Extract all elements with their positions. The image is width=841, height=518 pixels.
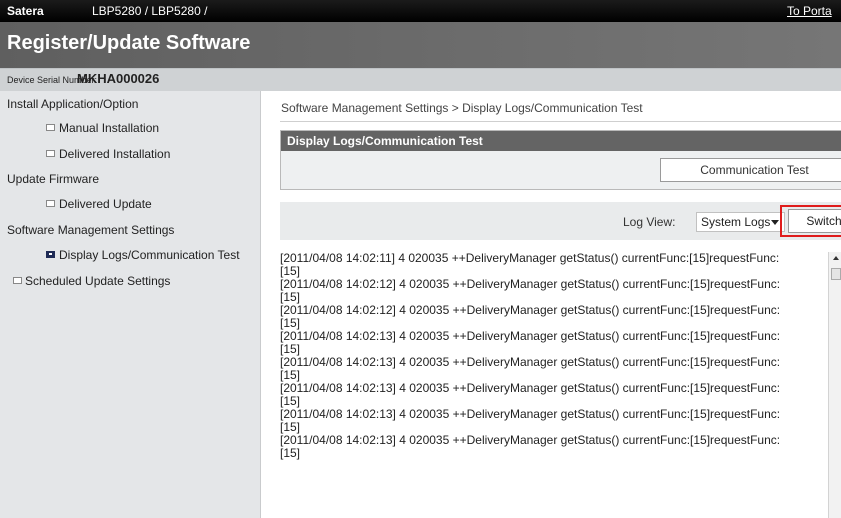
log-view-selected: System Logs bbox=[701, 215, 771, 229]
log-line: [2011/04/08 14:02:12] 4 020035 ++Deliver… bbox=[280, 303, 781, 317]
breadcrumb: Software Management Settings > Display L… bbox=[281, 101, 643, 115]
sidebar-item-label: Update Firmware bbox=[7, 172, 100, 186]
log-line: [2011/04/08 14:02:13] 4 020035 ++Deliver… bbox=[280, 433, 781, 447]
serial-value: MKHA000026 bbox=[77, 71, 160, 86]
bullet-icon bbox=[13, 277, 22, 284]
log-scrollbar[interactable] bbox=[828, 252, 841, 518]
panel-title: Display Logs/Communication Test bbox=[287, 134, 483, 148]
page-title: Register/Update Software bbox=[7, 32, 251, 54]
brand-label: Satera bbox=[7, 4, 44, 18]
log-line: [2011/04/08 14:02:13] 4 020035 ++Deliver… bbox=[280, 381, 781, 395]
sidebar-item-label: Install Application/Option bbox=[7, 97, 139, 111]
log-line: [2011/04/08 14:02:13] 4 020035 ++Deliver… bbox=[280, 407, 781, 421]
switch-button[interactable]: Switch bbox=[788, 209, 841, 233]
chevron-down-icon bbox=[771, 220, 779, 225]
sidebar-item-delivered-update[interactable]: Delivered Update bbox=[0, 192, 260, 216]
sidebar-item-manual-installation[interactable]: Manual Installation bbox=[0, 116, 260, 140]
sidebar-item-label: Delivered Installation bbox=[59, 147, 171, 161]
sidebar-item-label: Manual Installation bbox=[59, 121, 160, 135]
sidebar: Install Application/Option Manual Instal… bbox=[0, 91, 261, 518]
divider bbox=[280, 121, 841, 122]
sidebar-item-scheduled-update[interactable]: Scheduled Update Settings bbox=[0, 269, 260, 293]
sidebar-item-label: Software Management Settings bbox=[7, 223, 175, 237]
log-view-select[interactable]: System Logs bbox=[696, 212, 785, 232]
main-content: Software Management Settings > Display L… bbox=[261, 91, 841, 518]
bullet-icon bbox=[46, 124, 55, 131]
log-line: [2011/04/08 14:02:12] 4 020035 ++Deliver… bbox=[280, 277, 781, 291]
log-view-bar: Log View: System Logs Switch bbox=[280, 202, 841, 240]
serial-bar: Device Serial Number: MKHA000026 bbox=[0, 68, 841, 92]
log-line: [2011/04/08 14:02:13] 4 020035 ++Deliver… bbox=[280, 355, 781, 369]
sidebar-section-update-firmware[interactable]: Update Firmware bbox=[0, 167, 260, 191]
log-view-label: Log View: bbox=[623, 215, 676, 229]
sidebar-item-display-logs[interactable]: Display Logs/Communication Test bbox=[0, 243, 260, 267]
bullet-icon bbox=[46, 150, 55, 157]
log-line: [2011/04/08 14:02:13] 4 020035 ++Deliver… bbox=[280, 329, 781, 343]
log-output: [2011/04/08 14:02:11] 4 020035 ++Deliver… bbox=[280, 252, 841, 518]
scroll-thumb[interactable] bbox=[831, 268, 841, 280]
log-line: [15] bbox=[280, 446, 301, 460]
selected-bullet-icon bbox=[46, 251, 55, 258]
communication-test-button[interactable]: Communication Test bbox=[660, 158, 841, 182]
title-bar: Register/Update Software bbox=[0, 22, 841, 68]
log-line: [2011/04/08 14:02:11] 4 020035 ++Deliver… bbox=[280, 252, 780, 265]
model-label: LBP5280 / LBP5280 / bbox=[92, 4, 208, 18]
top-bar: Satera LBP5280 / LBP5280 / To Porta bbox=[0, 0, 841, 22]
bullet-icon bbox=[46, 200, 55, 207]
display-logs-panel: Display Logs/Communication Test Communic… bbox=[280, 130, 841, 190]
sidebar-item-label: Display Logs/Communication Test bbox=[59, 248, 240, 262]
panel-header: Display Logs/Communication Test bbox=[281, 131, 841, 151]
sidebar-item-label: Delivered Update bbox=[59, 197, 152, 211]
sidebar-item-label: Scheduled Update Settings bbox=[25, 274, 171, 288]
sidebar-section-software-management[interactable]: Software Management Settings bbox=[0, 218, 260, 242]
sidebar-item-delivered-installation[interactable]: Delivered Installation bbox=[0, 142, 260, 166]
scroll-up-icon[interactable] bbox=[833, 256, 839, 260]
sidebar-section-install[interactable]: Install Application/Option bbox=[0, 92, 260, 116]
to-portal-link[interactable]: To Porta bbox=[787, 4, 832, 18]
